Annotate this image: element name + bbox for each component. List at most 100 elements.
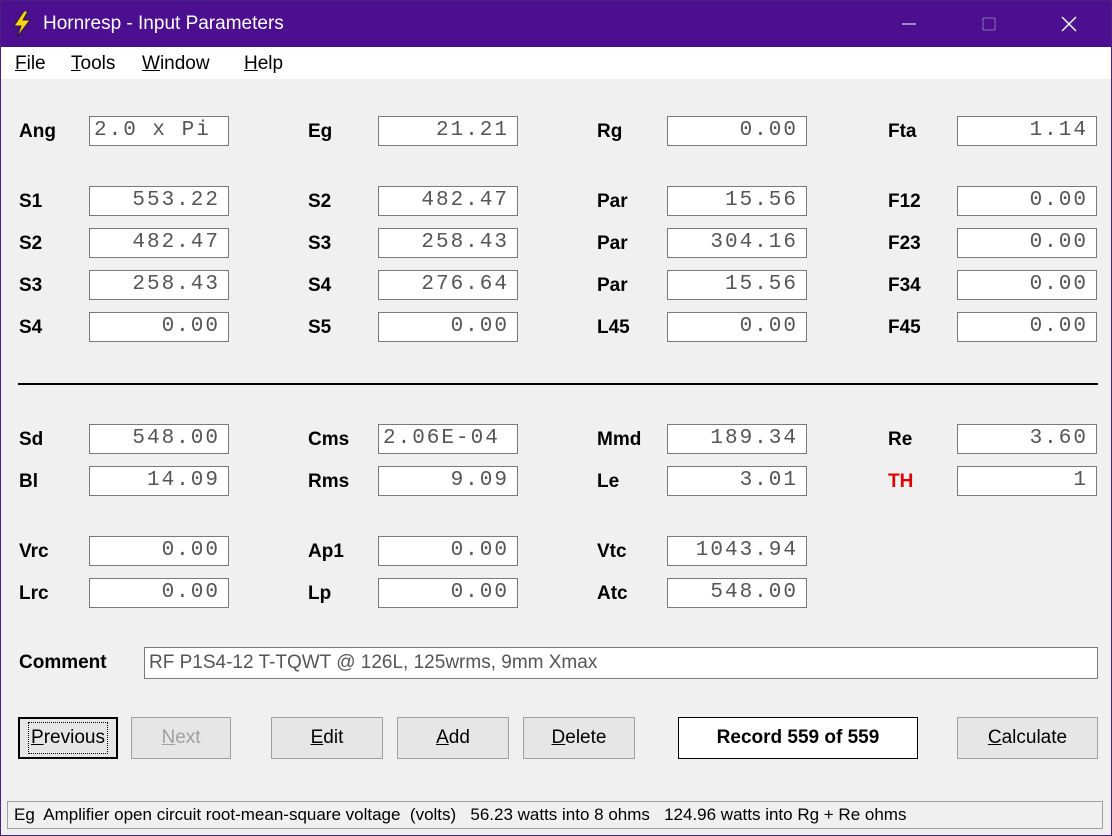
field-lrc[interactable]: 0.00 (89, 578, 229, 608)
calculate-label: alculate (1001, 727, 1068, 748)
field-re[interactable]: 3.60 (957, 424, 1097, 454)
edit-mnemonic: E (310, 727, 324, 748)
label-ang: Ang (19, 121, 56, 142)
next-mnemonic: N (161, 727, 176, 748)
label-atc: Atc (597, 583, 628, 604)
next-label: ext (175, 727, 201, 748)
field-f34[interactable]: 0.00 (957, 270, 1097, 300)
label-cms: Cms (308, 429, 350, 450)
label-eg: Eg (308, 121, 333, 142)
field-l45[interactable]: 0.00 (667, 312, 807, 342)
status-bar: Eg Amplifier open circuit root-mean-squa… (1, 797, 1111, 835)
label-par2: Par (597, 233, 628, 254)
field-par1[interactable]: 15.56 (667, 186, 807, 216)
field-s2-col2[interactable]: 482.47 (378, 186, 518, 216)
label-s2-col2: S2 (308, 191, 332, 212)
field-s2[interactable]: 482.47 (89, 228, 229, 258)
label-re: Re (888, 429, 913, 450)
field-vtc[interactable]: 1043.94 (667, 536, 807, 566)
edit-label: dit (323, 727, 344, 748)
field-rg[interactable]: 0.00 (667, 116, 807, 146)
previous-button[interactable]: Previous (18, 717, 118, 759)
label-sd: Sd (19, 429, 44, 450)
field-s5[interactable]: 0.00 (378, 312, 518, 342)
close-button[interactable] (1029, 1, 1109, 47)
menu-tools[interactable]: Tools (71, 53, 115, 75)
field-f12[interactable]: 0.00 (957, 186, 1097, 216)
field-ang[interactable]: 2.0 x Pi (89, 116, 229, 146)
menu-window-label: indow (159, 53, 210, 74)
label-par3: Par (597, 275, 628, 296)
label-lrc: Lrc (19, 583, 49, 604)
label-f12: F12 (888, 191, 921, 212)
menu-help-mnemonic: H (244, 53, 258, 74)
menu-window[interactable]: Window (142, 53, 210, 75)
label-vrc: Vrc (19, 541, 49, 562)
record-indicator: Record 559 of 559 (678, 717, 918, 759)
field-vrc[interactable]: 0.00 (89, 536, 229, 566)
previous-mnemonic: P (31, 727, 44, 748)
label-le: Le (597, 471, 620, 492)
field-s1[interactable]: 553.22 (89, 186, 229, 216)
field-s4-col2[interactable]: 276.64 (378, 270, 518, 300)
label-bl: Bl (19, 471, 38, 492)
edit-button[interactable]: Edit (271, 717, 383, 759)
comment-field[interactable]: RF P1S4-12 T-TQWT @ 126L, 125wrms, 9mm X… (144, 647, 1098, 679)
label-vtc: Vtc (597, 541, 627, 562)
field-s3-col2[interactable]: 258.43 (378, 228, 518, 258)
window-title: Hornresp - Input Parameters (43, 13, 284, 34)
field-par2[interactable]: 304.16 (667, 228, 807, 258)
menu-file-mnemonic: F (15, 53, 27, 74)
menu-file-label: ile (26, 53, 46, 74)
add-mnemonic: A (436, 727, 449, 748)
menu-help-label: elp (257, 53, 284, 74)
maximize-button[interactable] (949, 1, 1029, 47)
label-s3-col2: S3 (308, 233, 332, 254)
title-bar[interactable]: Hornresp - Input Parameters (1, 1, 1111, 47)
field-sd[interactable]: 548.00 (89, 424, 229, 454)
close-icon (1061, 16, 1077, 32)
field-atc[interactable]: 548.00 (667, 578, 807, 608)
menu-window-mnemonic: W (142, 53, 160, 74)
label-fta: Fta (888, 121, 917, 142)
next-button[interactable]: Next (131, 717, 231, 759)
field-s4[interactable]: 0.00 (89, 312, 229, 342)
field-f23[interactable]: 0.00 (957, 228, 1097, 258)
delete-button[interactable]: Delete (523, 717, 635, 759)
minimize-button[interactable] (869, 1, 949, 47)
field-th[interactable]: 1 (957, 466, 1097, 496)
label-s4: S4 (19, 317, 43, 338)
field-rms[interactable]: 9.09 (378, 466, 518, 496)
calculate-button[interactable]: Calculate (957, 717, 1098, 759)
field-f45[interactable]: 0.00 (957, 312, 1097, 342)
field-cms[interactable]: 2.06E-04 (378, 424, 518, 454)
add-button[interactable]: Add (397, 717, 509, 759)
label-mmd: Mmd (597, 429, 642, 450)
label-l45: L45 (597, 317, 630, 338)
maximize-icon (982, 17, 996, 31)
field-par3[interactable]: 15.56 (667, 270, 807, 300)
label-ap1: Ap1 (308, 541, 344, 562)
label-s1: S1 (19, 191, 43, 212)
label-f23: F23 (888, 233, 921, 254)
field-le[interactable]: 3.01 (667, 466, 807, 496)
field-mmd[interactable]: 189.34 (667, 424, 807, 454)
add-label: dd (448, 727, 470, 748)
label-rms: Rms (308, 471, 350, 492)
label-th: TH (888, 471, 914, 492)
section-divider (18, 383, 1098, 385)
field-fta[interactable]: 1.14 (957, 116, 1097, 146)
menu-help[interactable]: Help (244, 53, 283, 75)
field-bl[interactable]: 14.09 (89, 466, 229, 496)
field-lp[interactable]: 0.00 (378, 578, 518, 608)
label-s2: S2 (19, 233, 43, 254)
label-lp: Lp (308, 583, 332, 604)
menu-tools-mnemonic: T (71, 53, 81, 74)
menu-tools-label: ools (80, 53, 116, 74)
label-s4-col2: S4 (308, 275, 332, 296)
menu-file[interactable]: File (15, 53, 46, 75)
field-s3[interactable]: 258.43 (89, 270, 229, 300)
field-eg[interactable]: 21.21 (378, 116, 518, 146)
label-s5: S5 (308, 317, 332, 338)
field-ap1[interactable]: 0.00 (378, 536, 518, 566)
